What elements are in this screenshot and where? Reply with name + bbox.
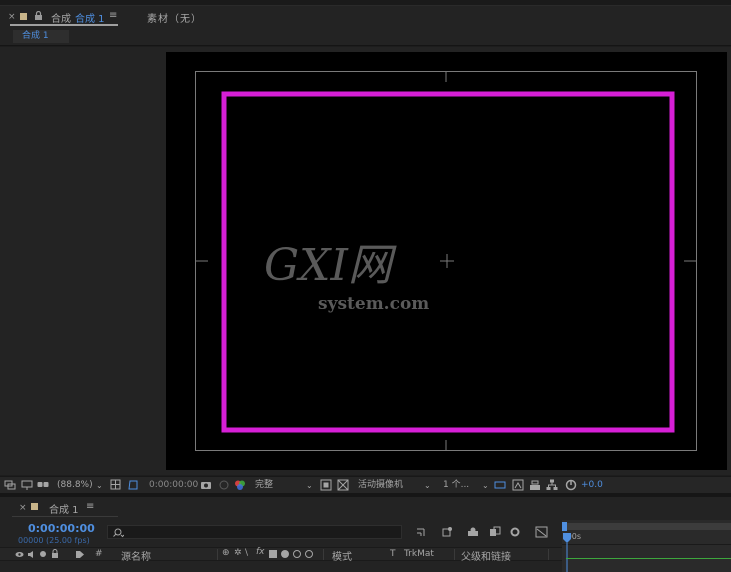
layer-number-header: # xyxy=(95,549,103,559)
breadcrumb[interactable]: 合成 1 xyxy=(13,30,69,43)
composition-canvas[interactable]: GXI网 system.com xyxy=(166,52,727,470)
exposure-value[interactable]: +0.0 xyxy=(581,479,603,492)
breadcrumb-bar: 合成 1 xyxy=(0,28,731,46)
comp-color-swatch-icon xyxy=(31,503,38,510)
track-matte-header: TrkMat xyxy=(404,549,434,559)
layer-search-input[interactable] xyxy=(107,525,402,539)
frame-blending-icon[interactable] xyxy=(489,526,501,538)
chevron-down-icon[interactable]: ⌄ xyxy=(96,479,103,492)
work-area-start-handle[interactable] xyxy=(562,522,567,531)
ruler-divider xyxy=(562,544,731,545)
layer-column-header: # 源名称 ⊕ ✲ \ fx 模式 T TrkMat 父级和链接 xyxy=(0,547,562,563)
cache-indicator-bar xyxy=(566,558,731,559)
video-eye-icon[interactable] xyxy=(15,550,24,559)
reset-exposure-icon[interactable] xyxy=(565,479,577,491)
tab-composition-label[interactable]: 合成 xyxy=(51,10,71,25)
comp-color-swatch-icon xyxy=(20,13,27,20)
mask-visibility-icon[interactable] xyxy=(127,479,139,491)
camera-view-dropdown[interactable]: 活动摄像机 xyxy=(358,479,403,492)
comp-flowchart-icon[interactable] xyxy=(416,526,428,538)
fast-preview-icon[interactable] xyxy=(512,479,524,491)
timeline-frame-rate: 00000 (25.00 fps) xyxy=(18,536,90,545)
current-time-display[interactable]: 0:00:00:00 xyxy=(149,479,198,492)
monitor-icon[interactable] xyxy=(21,479,33,491)
collapse-switch-icon: ✲ xyxy=(234,548,242,558)
lock-icon[interactable] xyxy=(34,11,43,21)
work-area-bar[interactable] xyxy=(562,523,731,530)
grid-guides-icon[interactable] xyxy=(110,479,122,491)
column-divider xyxy=(548,549,549,560)
label-tag-icon[interactable] xyxy=(75,550,85,559)
timeline-icon[interactable] xyxy=(529,479,541,491)
close-timeline-button[interactable]: × xyxy=(19,503,27,513)
quality-switch-icon: \ xyxy=(245,548,249,558)
draft-3d-icon[interactable] xyxy=(441,526,453,538)
tab-footage[interactable]: 素材（无） xyxy=(147,10,202,25)
resolution-dropdown[interactable]: 完整 xyxy=(255,479,273,492)
time-ruler[interactable]: :00s xyxy=(562,520,731,572)
panel-menu-icon[interactable]: ≡ xyxy=(109,10,117,21)
always-preview-icon[interactable] xyxy=(4,479,16,491)
source-name-header[interactable]: 源名称 xyxy=(121,548,151,563)
lock-icon[interactable] xyxy=(51,549,59,559)
timeline-tab-comp-name[interactable]: 合成 1 xyxy=(49,501,79,516)
effect-switch-icon: fx xyxy=(256,547,265,557)
parent-link-header[interactable]: 父级和链接 xyxy=(461,548,511,563)
chevron-down-icon[interactable]: ⌄ xyxy=(424,479,431,492)
search-icon xyxy=(113,528,124,538)
shy-layers-icon[interactable] xyxy=(467,526,479,538)
transparency-grid-icon[interactable] xyxy=(337,479,349,491)
watermark-domain: system.com xyxy=(318,294,430,314)
region-of-interest-icon[interactable] xyxy=(320,479,332,491)
view-layout-dropdown[interactable]: 1 个... xyxy=(443,479,469,492)
watermark-logo: GXI网 xyxy=(264,240,392,291)
panel-menu-icon[interactable]: ≡ xyxy=(86,501,94,512)
tab-composition-name[interactable]: 合成 1 xyxy=(75,10,105,25)
3d-layer-switch-icon xyxy=(305,550,313,558)
mode-header[interactable]: 模式 xyxy=(332,548,352,563)
column-divider xyxy=(454,549,455,560)
preserve-transparency-header: T xyxy=(390,549,396,559)
playhead-icon[interactable] xyxy=(562,533,572,572)
zoom-dropdown[interactable]: (88.8%) xyxy=(57,479,93,492)
audio-speaker-icon[interactable] xyxy=(27,550,36,559)
chevron-down-icon[interactable]: ⌄ xyxy=(482,479,489,492)
frame-blend-switch-icon xyxy=(269,550,277,558)
toggle-pixel-aspect-icon[interactable] xyxy=(494,479,506,491)
graph-editor-icon[interactable] xyxy=(535,526,548,538)
column-divider xyxy=(323,549,324,560)
solo-icon[interactable] xyxy=(40,551,46,557)
chevron-down-icon[interactable]: ⌄ xyxy=(306,479,313,492)
close-tab-button[interactable]: × xyxy=(8,12,16,22)
column-divider xyxy=(217,549,218,560)
motion-blur-switch-icon xyxy=(281,550,289,558)
channel-rgb-icon[interactable] xyxy=(234,479,246,491)
3d-glasses-icon[interactable] xyxy=(37,479,49,491)
viewer-toolbar: (88.8%) ⌄ 0:00:00:00 完整 ⌄ 活动摄像机 ⌄ 1 个...… xyxy=(0,476,731,493)
snapshot-camera-icon[interactable] xyxy=(200,479,212,491)
shy-switch-icon: ⊕ xyxy=(222,548,230,558)
show-snapshot-icon[interactable] xyxy=(218,479,230,491)
flowchart-icon[interactable] xyxy=(546,479,558,491)
safe-zone-guides xyxy=(195,71,697,451)
timeline-tab-underline xyxy=(12,516,118,517)
timeline-current-time[interactable]: 0:00:00:00 xyxy=(28,522,95,535)
adjustment-switch-icon xyxy=(293,550,301,558)
active-tab-indicator xyxy=(10,24,118,26)
motion-blur-icon[interactable] xyxy=(509,526,521,538)
